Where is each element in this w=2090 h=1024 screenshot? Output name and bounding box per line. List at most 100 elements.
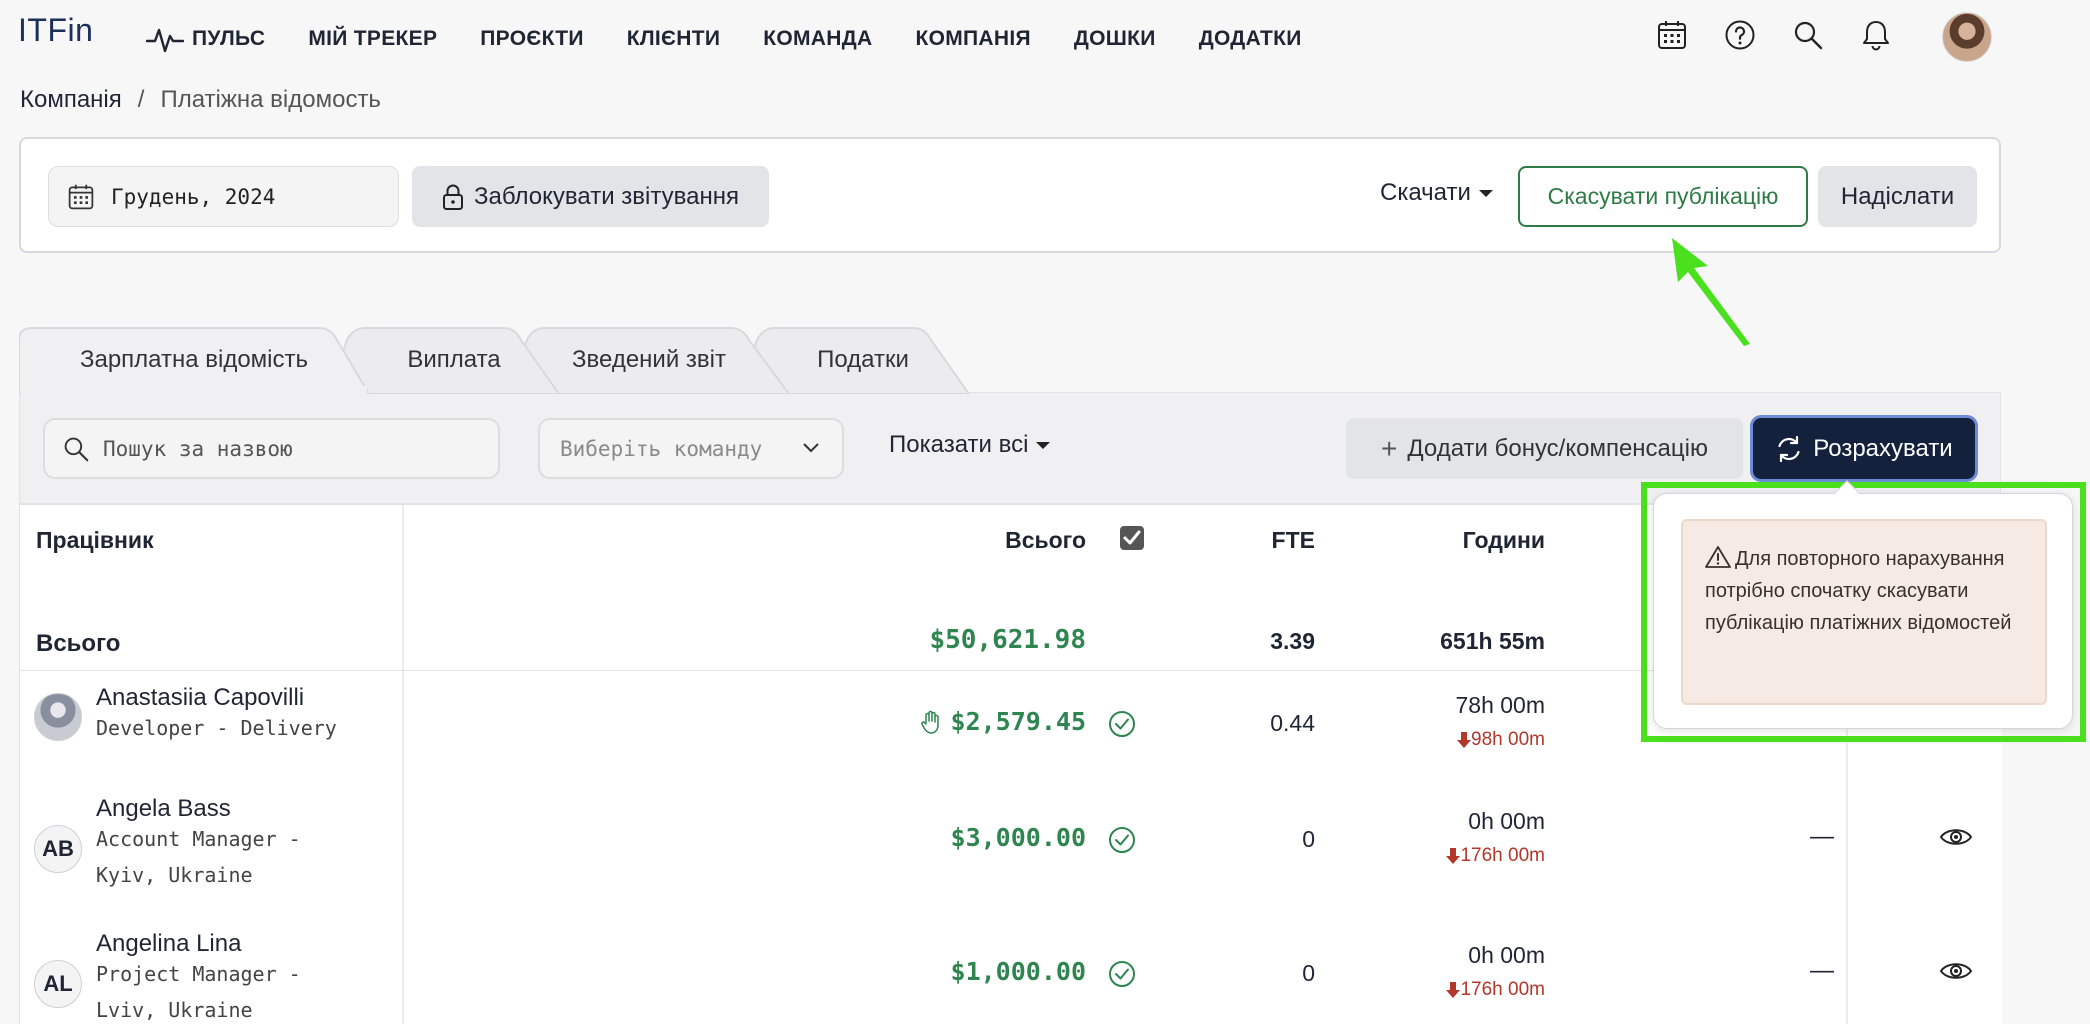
chevron-down-icon (803, 443, 819, 453)
search-input[interactable]: Пошук за назвою (43, 418, 500, 479)
totals-hours: 651h 55m (1440, 628, 1545, 654)
employee-hours-deficit: 176h 00m (1380, 845, 1545, 867)
employee-hours-deficit: 176h 00m (1380, 979, 1545, 1001)
totals-amount: $50,621.98 (929, 625, 1086, 655)
employee-role: Account Manager - Kyiv, Ukraine (96, 827, 301, 887)
caret-down-icon (1036, 441, 1051, 449)
column-divider (402, 505, 404, 1024)
download-dropdown[interactable]: Скачати (1380, 179, 1493, 207)
nav-item-label: ДОДАТКИ (1198, 27, 1302, 50)
bell-icon[interactable] (1858, 17, 1894, 53)
payroll-tabs: Зарплатна відомість Виплата Зведений зві… (19, 326, 979, 394)
employee-hours: 0h 00m (1468, 942, 1545, 968)
employee-name[interactable]: Angelina Lina (96, 930, 241, 958)
pulse-icon (146, 28, 184, 53)
breadcrumb-company-link[interactable]: Компанія (20, 86, 122, 114)
totals-fte: 3.39 (1270, 628, 1315, 654)
tab-label: Зведений звіт (572, 346, 726, 373)
lock-reporting-button[interactable]: Заблокувати звітування (412, 166, 769, 227)
search-icon (64, 437, 89, 461)
nav-item-label: КОМАНДА (763, 27, 873, 50)
hours-deficit-value: 176h 00m (1460, 845, 1545, 866)
user-avatar[interactable] (1942, 12, 1992, 62)
employee-fte: 0 (1302, 826, 1315, 852)
nav-item-team[interactable]: КОМАНДА (763, 27, 872, 51)
nav-item-label: КЛІЄНТИ (626, 27, 721, 50)
employee-name[interactable]: Angela Bass (96, 795, 231, 823)
show-all-label: Показати всі (889, 431, 1029, 458)
employee-amount[interactable]: $1,000.00 (951, 957, 1086, 986)
add-bonus-button[interactable]: + Додати бонус/компенсацію (1346, 418, 1743, 479)
employee-hours: 78h 00m (1455, 692, 1545, 718)
top-navigation: ITFin ПУЛЬС МІЙ ТРЕКЕР ПРОЄКТИ КЛІЄНТИ К… (0, 0, 2090, 74)
lock-icon (443, 184, 464, 210)
employee-fte: 0.44 (1270, 710, 1315, 736)
breadcrumb-separator: / (137, 86, 145, 113)
nav-item-label: ПРОЄКТИ (480, 27, 584, 50)
nav-item-addons[interactable]: ДОДАТКИ (1199, 27, 1302, 51)
nav-item-clients[interactable]: КЛІЄНТИ (627, 27, 721, 51)
recalculate-popover: Для повторного нарахування потрібно споч… (1653, 493, 2073, 729)
refresh-icon (1778, 435, 1800, 462)
employee-fte: 0 (1302, 960, 1315, 986)
empty-value: — (1810, 957, 1834, 984)
nav-item-company[interactable]: КОМПАНІЯ (915, 27, 1030, 51)
team-select[interactable]: Виберіть команду (538, 418, 844, 479)
warning-alert: Для повторного нарахування потрібно споч… (1681, 519, 2047, 705)
download-label: Скачати (1380, 179, 1471, 206)
header-employee[interactable]: Працівник (36, 527, 154, 554)
check-circle-icon (1109, 961, 1135, 987)
header-hours[interactable]: Години (1400, 527, 1545, 554)
main-menu: ПУЛЬС МІЙ ТРЕКЕР ПРОЄКТИ КЛІЄНТИ КОМАНДА… (146, 24, 1345, 54)
nav-item-label: ДОШКИ (1073, 27, 1156, 50)
plus-icon: + (1381, 432, 1398, 464)
employee-amount[interactable]: $2,579.45 (920, 707, 1086, 736)
employee-name[interactable]: Anastasiia Capovilli (96, 684, 304, 712)
add-bonus-label: Додати бонус/компенсацію (1407, 434, 1708, 462)
header-fte[interactable]: FTE (1240, 527, 1315, 554)
calculate-button[interactable]: Розрахувати (1753, 418, 1975, 479)
employee-avatar (34, 693, 82, 741)
warning-message: Для повторного нарахування потрібно споч… (1705, 548, 2012, 634)
tab-payroll-sheet[interactable]: Зарплатна відомість (19, 326, 369, 394)
team-select-placeholder: Виберіть команду (560, 436, 763, 461)
check-circle-icon (1109, 711, 1135, 737)
warning-icon (1705, 546, 1731, 568)
top-icon-bar (1654, 17, 1926, 53)
period-picker[interactable]: Грудень, 2024 (48, 166, 399, 227)
send-button[interactable]: Надіслати (1818, 166, 1977, 227)
hand-icon (920, 710, 939, 734)
eye-icon[interactable] (1939, 825, 1973, 849)
unpublish-button[interactable]: Скасувати публікацію (1518, 166, 1808, 227)
nav-item-my-tracker[interactable]: МІЙ ТРЕКЕР (308, 27, 437, 51)
empty-value: — (1810, 823, 1834, 850)
nav-item-pulse[interactable]: ПУЛЬС (146, 24, 265, 54)
amount-value: $1,000.00 (950, 957, 1086, 986)
period-value: Грудень, 2024 (111, 184, 276, 209)
nav-item-label: МІЙ ТРЕКЕР (308, 27, 438, 50)
hours-deficit-value: 98h 00m (1471, 729, 1545, 750)
breadcrumb-current: Платіжна відомость (160, 86, 381, 113)
nav-item-boards[interactable]: ДОШКИ (1074, 27, 1156, 51)
eye-icon[interactable] (1939, 959, 1973, 983)
arrow-down-icon (1446, 982, 1461, 998)
calendar-icon (68, 184, 94, 209)
employee-avatar: AB (34, 825, 82, 873)
caret-down-icon (1478, 189, 1493, 197)
show-all-dropdown[interactable]: Показати всі (889, 431, 1051, 459)
nav-item-label: КОМПАНІЯ (915, 27, 1031, 50)
employee-hours-deficit: 98h 00m (1380, 729, 1545, 751)
amount-value: $2,579.45 (950, 707, 1086, 736)
app-logo[interactable]: ITFin (18, 12, 93, 49)
search-icon[interactable] (1790, 17, 1826, 53)
select-all-checkbox[interactable] (1119, 525, 1145, 551)
arrow-down-icon (1446, 848, 1461, 864)
employee-role: Project Manager - Lviv, Ukraine (96, 962, 301, 1022)
employee-amount[interactable]: $3,000.00 (951, 823, 1086, 852)
nav-item-projects[interactable]: ПРОЄКТИ (480, 27, 583, 51)
help-icon[interactable] (1722, 17, 1758, 53)
annotation-arrow (1672, 238, 1750, 346)
header-total[interactable]: Всього (1005, 527, 1086, 554)
calendar-icon[interactable] (1654, 17, 1690, 53)
totals-label: Всього (36, 630, 121, 657)
